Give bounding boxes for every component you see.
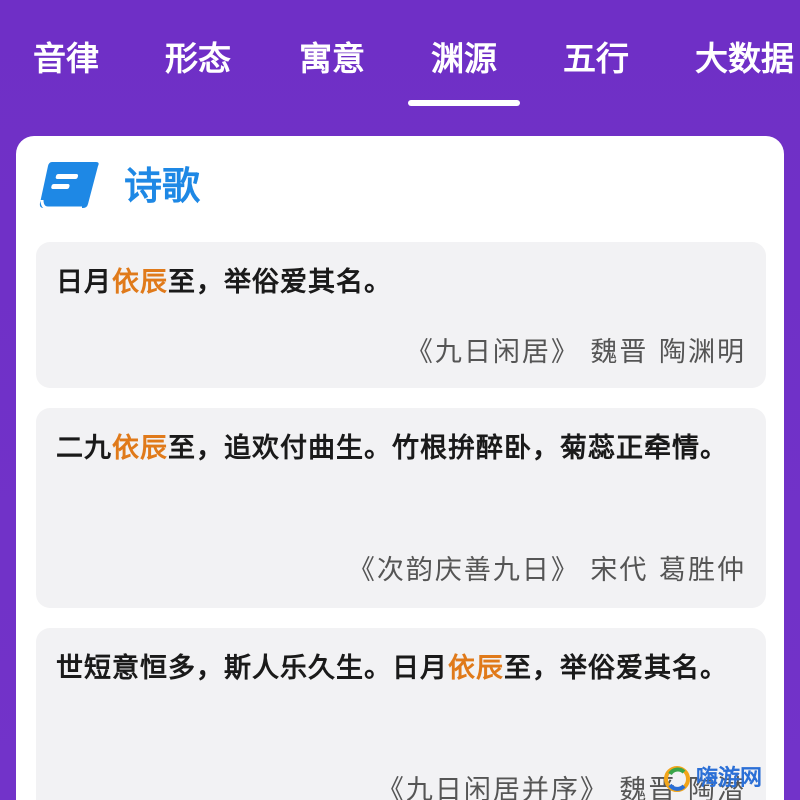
poem-verse: 日月依辰至，举俗爱其名。 <box>56 267 392 298</box>
tab-yuanyuan[interactable]: 渊源 <box>431 34 497 84</box>
tab-bar: 音律 形态 寓意 渊源 五行 大数据 <box>0 0 800 120</box>
poem-verse: 世短意恒多，斯人乐久生。日月依辰至，举俗爱其名。 <box>56 653 728 684</box>
watermark-text: 嗨游网 <box>696 766 763 791</box>
tab-xingtai[interactable]: 形态 <box>165 34 231 84</box>
highlight-name: 依辰 <box>112 267 168 298</box>
tab-dashuju[interactable]: 大数据 <box>695 34 794 84</box>
section-title: 诗歌 <box>124 164 201 208</box>
tab-yinlv[interactable]: 音律 <box>33 34 99 84</box>
poem-card: 日月依辰至，举俗爱其名。 《九日闲居》 魏晋 陶渊明 <box>36 242 766 388</box>
content-panel: 诗歌 日月依辰至，举俗爱其名。 《九日闲居》 魏晋 陶渊明 二九依辰至，追欢付曲… <box>16 136 784 800</box>
highlight-name: 依辰 <box>448 653 504 684</box>
watermark: 嗨游网 <box>664 762 794 796</box>
highlight-name: 依辰 <box>112 433 168 464</box>
tab-wuxing[interactable]: 五行 <box>563 34 629 84</box>
active-tab-indicator <box>408 100 520 106</box>
poem-verse: 二九依辰至，追欢付曲生。竹根拚醉卧，菊蕊正牵情。 <box>56 433 728 464</box>
poem-card: 二九依辰至，追欢付曲生。竹根拚醉卧，菊蕊正牵情。 《次韵庆善九日》 宋代 葛胜仲 <box>36 408 766 608</box>
poem-source: 《九日闲居》 魏晋 陶渊明 <box>405 337 746 368</box>
poem-card: 世短意恒多，斯人乐久生。日月依辰至，举俗爱其名。 《九日闲居并序》 魏晋 陶潜 <box>36 628 766 800</box>
tab-yuyi[interactable]: 寓意 <box>299 34 365 84</box>
poem-source: 《次韵庆善九日》 宋代 葛胜仲 <box>347 555 746 586</box>
